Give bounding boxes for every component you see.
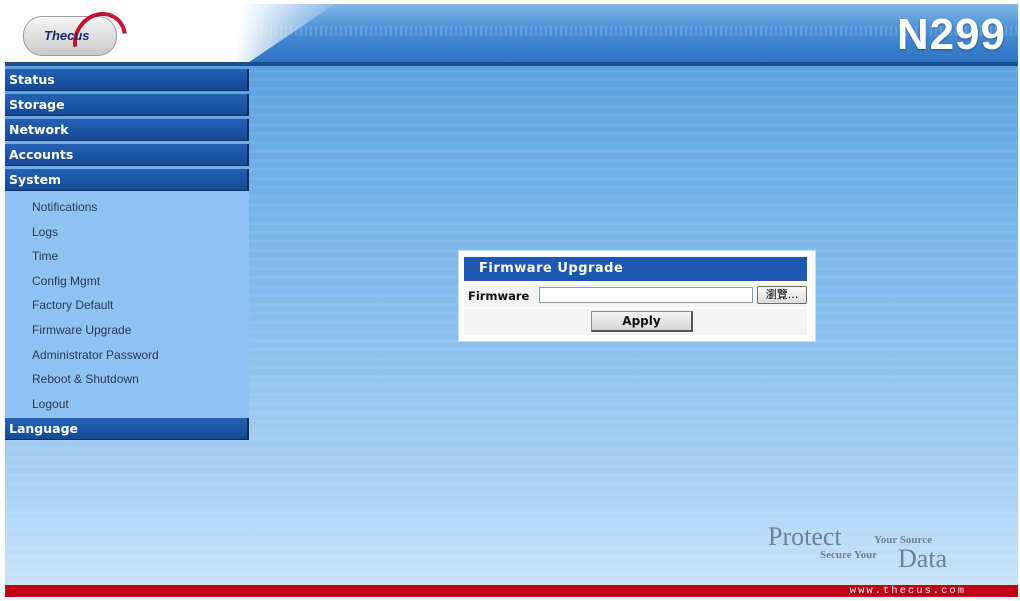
tagline-data: Data	[898, 544, 948, 573]
menu-system[interactable]: System	[5, 169, 249, 191]
submenu-notifications[interactable]: Notifications	[5, 195, 249, 220]
menu-language[interactable]: Language	[5, 418, 249, 441]
menu-network[interactable]: Network	[5, 119, 249, 141]
system-submenu: Notifications Logs Time Config Mgmt Fact…	[5, 191, 249, 419]
submenu-logs[interactable]: Logs	[5, 220, 249, 245]
submenu-logout[interactable]: Logout	[5, 392, 249, 417]
firmware-label: Firmware	[468, 289, 530, 303]
header-banner: Thecus N299	[5, 4, 1018, 62]
submenu-time[interactable]: Time	[5, 244, 249, 269]
firmware-field-row: Firmware 瀏覽...	[464, 285, 807, 307]
sidebar: Status Storage Network Accounts System N…	[5, 69, 249, 443]
footer-url: www.thecus.com	[849, 585, 966, 597]
apply-button[interactable]: Apply	[591, 311, 693, 332]
submenu-factory-default[interactable]: Factory Default	[5, 293, 249, 318]
firmware-upgrade-dialog: Firmware Upgrade Firmware 瀏覽... Apply	[458, 250, 816, 342]
thecus-logo: Thecus	[23, 4, 138, 62]
menu-status[interactable]: Status	[5, 69, 249, 91]
firmware-file-input[interactable]	[539, 287, 753, 303]
tagline-secure-your: Secure Your	[820, 549, 878, 561]
logo-text: Thecus	[44, 28, 90, 43]
submenu-firmware-upgrade[interactable]: Firmware Upgrade	[5, 318, 249, 343]
footer-bar: www.thecus.com	[5, 585, 1018, 597]
menu-accounts[interactable]: Accounts	[5, 144, 249, 166]
browse-button[interactable]: 瀏覽...	[757, 286, 807, 304]
tagline-protect: Protect	[768, 522, 842, 551]
apply-row: Apply	[464, 309, 807, 335]
model-name: N299	[896, 10, 1006, 59]
menu-storage[interactable]: Storage	[5, 94, 249, 116]
dialog-title: Firmware Upgrade	[464, 257, 807, 281]
submenu-administrator-password[interactable]: Administrator Password	[5, 343, 249, 368]
submenu-reboot-shutdown[interactable]: Reboot & Shutdown	[5, 367, 249, 392]
submenu-config-mgmt[interactable]: Config Mgmt	[5, 269, 249, 294]
